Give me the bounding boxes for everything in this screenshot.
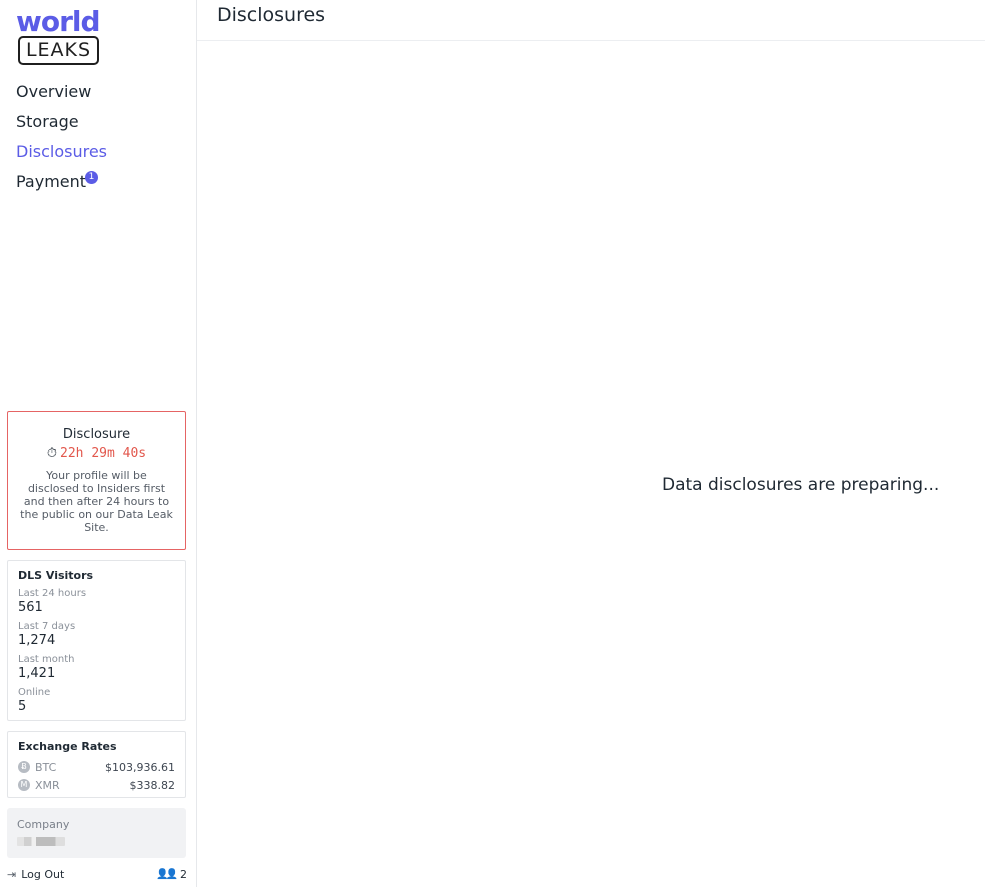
users-icon: 👤👤 [156,868,178,880]
logo[interactable]: world LEAKS [16,5,101,66]
xmr-icon: M [18,779,30,791]
visitors-title: DLS Visitors [18,569,94,582]
disclosure-timer-value: 22h 29m 40s [60,446,147,461]
rate-value: $338.82 [129,778,176,792]
payment-badge: 1 [85,171,98,184]
users-count: 2 [180,867,187,881]
stat-value: 5 [18,699,27,714]
page-title: Disclosures [217,4,326,26]
disclosure-timer: ⏱ 22h 29m 40s [8,445,185,462]
rate-row-xmr: M XMR $338.82 [18,776,175,794]
page-header: Disclosures [197,0,985,41]
visitors-stat: Last 24 hours 561 [18,587,175,615]
logo-world-text: world [16,5,101,38]
stat-value: 561 [18,600,43,615]
rate-symbol: XMR [35,778,60,792]
logout-icon[interactable]: ⇥ [7,868,16,881]
sidebar-nav: Overview Storage Disclosures Payment 1 [16,79,107,199]
rate-value: $103,936.61 [105,760,175,774]
stat-label: Last 24 hours [18,588,87,599]
stat-value: 1,274 [18,633,56,648]
online-users: 👤👤 2 [156,868,187,881]
visitors-card: DLS Visitors Last 24 hours 561 Last 7 da… [7,560,186,721]
exchange-rates-card: Exchange Rates Ƀ BTC $103,936.61 M XMR $… [7,731,186,798]
app-root: world LEAKS Overview Storage Disclosures… [0,0,985,887]
empty-state-message: Data disclosures are preparing... [662,475,940,495]
logo-leaks-text: LEAKS [18,36,99,65]
stat-value: 1,421 [18,666,56,681]
nav-overview[interactable]: Overview [16,79,107,109]
btc-icon: Ƀ [18,761,30,773]
nav-storage[interactable]: Storage [16,109,107,139]
disclosure-card: Disclosure ⏱ 22h 29m 40s Your profile wil… [7,411,186,550]
stat-label: Last month [18,654,75,665]
stopwatch-icon: ⏱ [46,446,58,461]
nav-payment-label: Payment [16,172,87,191]
nav-payment[interactable]: Payment 1 [16,169,107,199]
stat-label: Online [18,687,51,698]
rate-row-btc: Ƀ BTC $103,936.61 [18,758,175,776]
company-card: Company [7,808,186,858]
rate-symbol: BTC [35,760,57,774]
rates-title: Exchange Rates [18,740,117,753]
logout-link[interactable]: Log Out [21,868,64,881]
disclosure-text: Your profile will be disclosed to Inside… [20,469,173,534]
visitors-stat: Online 5 [18,686,175,714]
visitors-stat: Last 7 days 1,274 [18,620,175,648]
company-label: Company [17,818,70,831]
nav-disclosures[interactable]: Disclosures [16,139,107,169]
disclosure-title: Disclosure [62,427,131,442]
main-content: Disclosures Data disclosures are prepari… [197,0,985,887]
sidebar: world LEAKS Overview Storage Disclosures… [0,0,197,887]
sidebar-footer: ⇥ Log Out 👤👤 2 [7,866,187,882]
stat-label: Last 7 days [18,621,76,632]
company-name-redacted [17,837,65,846]
visitors-stat: Last month 1,421 [18,653,175,681]
